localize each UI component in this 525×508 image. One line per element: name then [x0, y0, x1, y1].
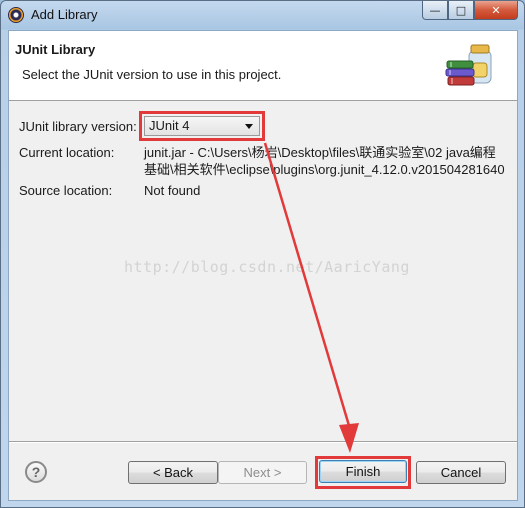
add-library-window: Add Library — □ ✕ JUnit Library Select t…: [0, 0, 525, 508]
annotation-arrow: [263, 142, 359, 453]
